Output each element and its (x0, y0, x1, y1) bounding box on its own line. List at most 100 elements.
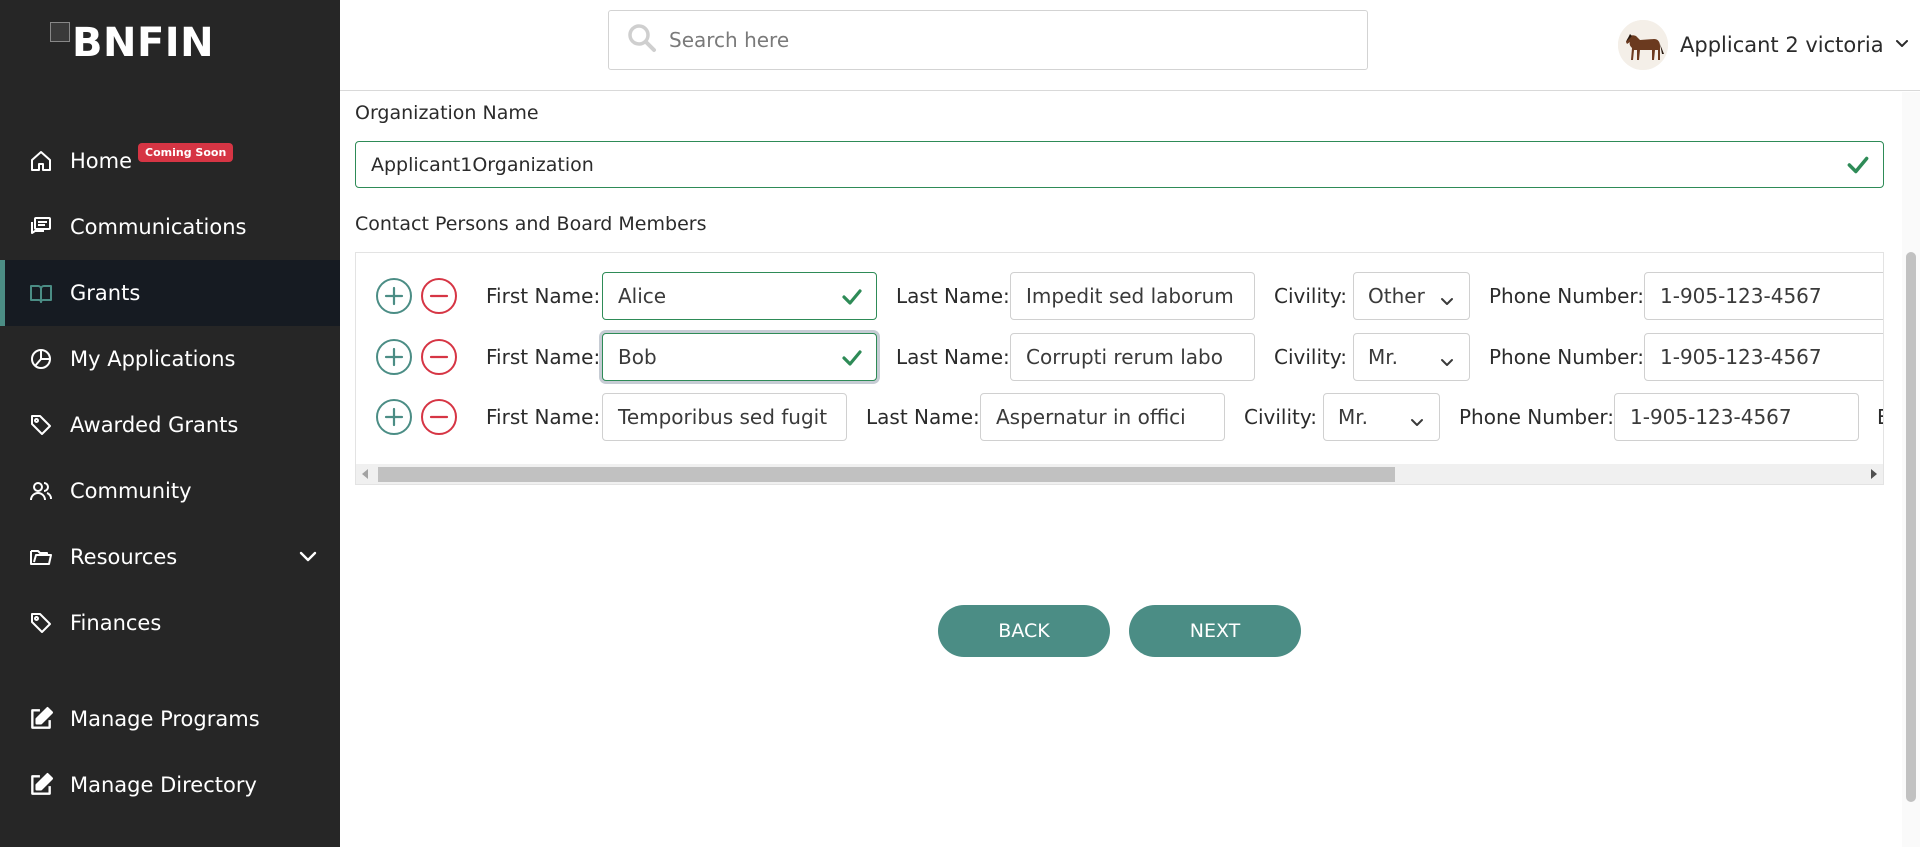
civility-select[interactable]: Mr. (1353, 333, 1470, 381)
chevron-down-icon (1409, 411, 1425, 435)
sidebar: BNFIN Home Coming Soon Communications Gr… (0, 0, 340, 847)
sidebar-item-label: Grants (70, 281, 141, 305)
sidebar-item-label: Community (70, 479, 192, 503)
sidebar-item-label: Finances (70, 611, 162, 635)
last-name-label: Last Name: (866, 405, 980, 429)
sidebar-item-label: Manage Programs (70, 707, 260, 731)
sidebar-item-label: Communications (70, 215, 247, 239)
org-name-label: Organization Name (355, 102, 539, 124)
sidebar-item-home[interactable]: Home Coming Soon (0, 128, 340, 194)
edit-icon (28, 772, 54, 798)
next-button[interactable]: NEXT (1129, 605, 1301, 657)
first-name-value: Alice (618, 284, 667, 308)
first-name-label: First Name: (486, 405, 601, 429)
top-bar: Applicant 2 victoria (340, 0, 1920, 91)
scroll-right-icon[interactable] (1871, 469, 1877, 479)
users-icon (28, 478, 54, 504)
book-icon (28, 280, 54, 306)
add-row-button[interactable] (376, 399, 412, 435)
civility-value: Other (1368, 284, 1425, 308)
last-name-value: Impedit sed laborum (1026, 284, 1234, 308)
chevron-down-icon (1439, 290, 1455, 314)
user-menu[interactable]: Applicant 2 victoria (1618, 20, 1910, 70)
user-name: Applicant 2 victoria (1680, 33, 1884, 57)
phone-value: 1-905-123-4567 (1630, 405, 1792, 429)
chevron-down-icon[interactable] (298, 546, 318, 570)
add-row-button[interactable] (376, 278, 412, 314)
horizontal-scrollbar[interactable] (356, 464, 1883, 484)
home-icon (28, 148, 54, 174)
chevron-down-icon (1894, 35, 1910, 55)
org-name-value: Applicant1Organization (371, 153, 594, 176)
remove-row-button[interactable] (421, 278, 457, 314)
org-name-input[interactable]: Applicant1Organization (355, 141, 1884, 188)
tag-icon (28, 610, 54, 636)
civility-select[interactable]: Mr. (1323, 393, 1440, 441)
pie-chart-icon (28, 346, 54, 372)
sidebar-item-label: Awarded Grants (70, 413, 239, 437)
scroll-left-icon[interactable] (362, 469, 368, 479)
remove-row-button[interactable] (421, 339, 457, 375)
civility-value: Mr. (1368, 345, 1398, 369)
last-name-field[interactable]: Corrupti rerum labo (1010, 333, 1255, 381)
chevron-down-icon (1439, 351, 1455, 375)
sidebar-item-manage-programs[interactable]: Manage Programs (0, 686, 340, 752)
first-name-value: Bob (618, 345, 657, 369)
civility-select[interactable]: Other (1353, 272, 1470, 320)
edit-icon (28, 706, 54, 732)
civility-label: Civility: (1274, 284, 1347, 308)
contacts-table: First Name: Alice Last Name: Impedit sed… (355, 252, 1884, 485)
broken-image-icon (50, 22, 70, 42)
sidebar-item-my-applications[interactable]: My Applications (0, 326, 340, 392)
sidebar-item-label: Home (70, 149, 133, 173)
phone-label: Phone Number: (1459, 405, 1615, 429)
first-name-label: First Name: (486, 284, 601, 308)
logo-text: BNFIN (72, 20, 215, 66)
sidebar-item-label: My Applications (70, 347, 236, 371)
sidebar-item-communications[interactable]: Communications (0, 194, 340, 260)
last-name-label: Last Name: (896, 345, 1010, 369)
phone-field[interactable]: 1-905-123-4567 (1614, 393, 1859, 441)
search-input[interactable] (669, 28, 1349, 52)
civility-label: Civility: (1244, 405, 1317, 429)
check-icon (840, 346, 864, 375)
sidebar-item-grants[interactable]: Grants (0, 260, 340, 326)
last-name-label: Last Name: (896, 284, 1010, 308)
scrollbar-thumb[interactable] (1906, 252, 1916, 802)
chat-icon (28, 214, 54, 240)
back-button[interactable]: BACK (938, 605, 1110, 657)
first-name-field[interactable]: Bob (602, 333, 877, 381)
first-name-field[interactable]: Alice (602, 272, 877, 320)
remove-row-button[interactable] (421, 399, 457, 435)
coming-soon-badge: Coming Soon (138, 142, 234, 162)
last-name-field[interactable]: Impedit sed laborum (1010, 272, 1255, 320)
phone-label: Phone Number: (1489, 284, 1645, 308)
sidebar-item-community[interactable]: Community (0, 458, 340, 524)
civility-label: Civility: (1274, 345, 1347, 369)
sidebar-item-awarded-grants[interactable]: Awarded Grants (0, 392, 340, 458)
phone-field[interactable]: 1-905-123-4567 (1644, 333, 1883, 381)
avatar (1618, 20, 1668, 70)
first-name-label: First Name: (486, 345, 601, 369)
contacts-label: Contact Persons and Board Members (355, 213, 707, 235)
sidebar-item-finances[interactable]: Finances (0, 590, 340, 656)
last-name-value: Corrupti rerum labo (1026, 345, 1223, 369)
logo[interactable]: BNFIN (50, 20, 214, 66)
search-box[interactable] (608, 10, 1368, 70)
vertical-scrollbar[interactable] (1902, 92, 1920, 847)
phone-value: 1-905-123-4567 (1660, 345, 1822, 369)
sidebar-item-manage-directory[interactable]: Manage Directory (0, 752, 340, 818)
sidebar-item-label: Manage Directory (70, 773, 257, 797)
check-icon (840, 285, 864, 314)
sidebar-item-resources[interactable]: Resources (0, 524, 340, 590)
phone-field[interactable]: 1-905-123-4567 (1644, 272, 1883, 320)
scrollbar-thumb[interactable] (378, 467, 1395, 482)
add-row-button[interactable] (376, 339, 412, 375)
last-name-field[interactable]: Aspernatur in offici (980, 393, 1225, 441)
sidebar-item-label: Resources (70, 545, 178, 569)
next-column-label: E (1877, 393, 1883, 441)
first-name-field[interactable]: Temporibus sed fugit (602, 393, 847, 441)
civility-value: Mr. (1338, 405, 1368, 429)
tag-icon (28, 412, 54, 438)
search-icon (627, 23, 657, 57)
